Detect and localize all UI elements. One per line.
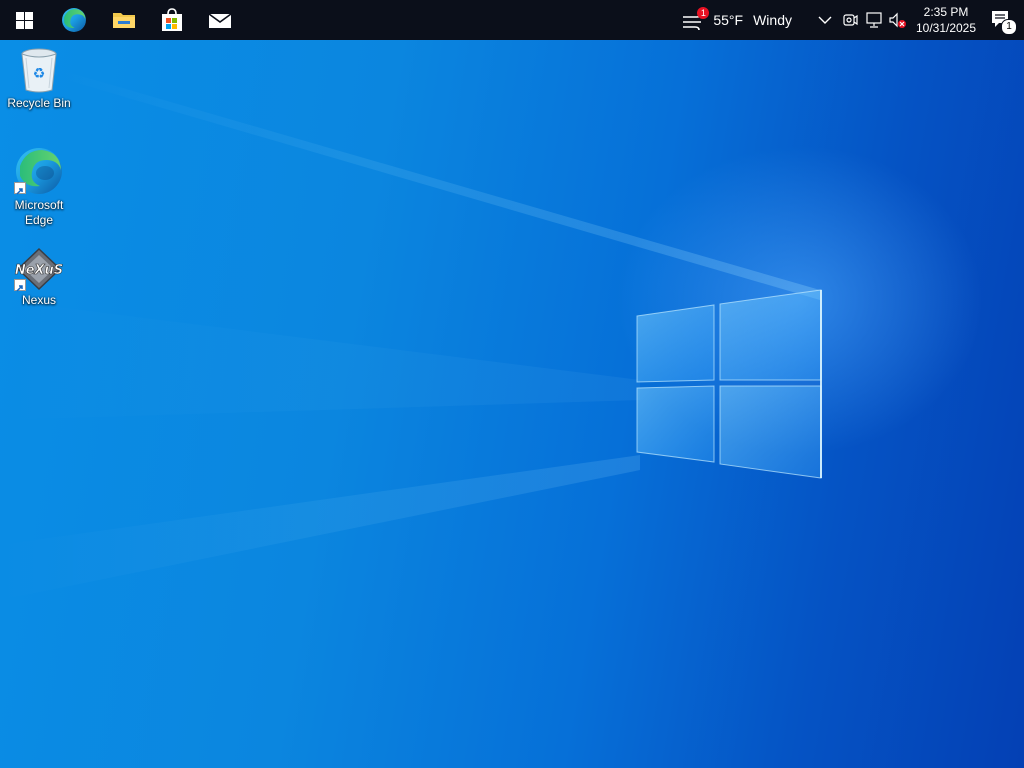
weather-alert-count: 1 (700, 8, 706, 18)
desktop[interactable]: ♻ Recycle Bin Microsoft Edge NeXuS Nexus… (0, 0, 1024, 768)
volume-muted-icon (889, 12, 906, 28)
system-tray: 1 55°F Windy 2:35 PM 10/31/2025 1 (677, 0, 1024, 40)
shortcut-arrow-icon (14, 182, 26, 195)
weather-temperature: 55°F (713, 12, 744, 28)
show-hidden-icons-button[interactable] (812, 0, 838, 40)
mail-icon (208, 13, 232, 28)
desktop-icon-label: Nexus (21, 293, 56, 307)
edge-icon (62, 8, 86, 32)
desktop-icon-nexus[interactable]: NeXuS Nexus (1, 247, 77, 308)
taskbar: 1 55°F Windy 2:35 PM 10/31/2025 1 (0, 0, 1024, 40)
store-icon (162, 8, 182, 31)
meet-now-button[interactable] (838, 0, 862, 40)
taskbar-edge-button[interactable] (48, 0, 100, 40)
clock-time: 2:35 PM (923, 5, 969, 19)
desktop-icon-microsoft-edge[interactable]: Microsoft Edge (1, 146, 77, 228)
start-button[interactable] (0, 0, 48, 40)
svg-text:NeXuS: NeXuS (15, 263, 63, 278)
folder-icon (113, 13, 135, 28)
desktop-icon-label: Recycle Bin (7, 96, 71, 110)
notification-count-badge: 1 (1001, 19, 1017, 35)
taskbar-file-explorer-button[interactable] (100, 0, 148, 40)
volume-button[interactable] (886, 0, 910, 40)
windows-logo-icon (15, 11, 33, 29)
network-icon (866, 12, 882, 28)
taskbar-mail-button[interactable] (196, 0, 244, 40)
notification-count: 1 (1006, 21, 1012, 32)
shortcut-arrow-icon (14, 279, 26, 292)
chevron-up-icon (818, 16, 832, 24)
weather-condition: Windy (753, 12, 792, 28)
network-button[interactable] (862, 0, 886, 40)
svg-text:♻: ♻ (33, 66, 46, 82)
weather-alert-badge: 1 (697, 7, 710, 19)
desktop-icon-recycle-bin[interactable]: ♻ Recycle Bin (1, 46, 77, 111)
action-center-button[interactable]: 1 (980, 0, 1024, 40)
wallpaper-windows-logo (0, 70, 822, 600)
clock[interactable]: 2:35 PM 10/31/2025 (912, 0, 980, 40)
desktop-icon-label: Microsoft Edge (14, 198, 64, 227)
meet-now-icon (843, 14, 858, 26)
clock-date: 10/31/2025 (915, 21, 977, 35)
recycle-bin-icon: ♻ (21, 48, 57, 93)
weather-widget[interactable]: 1 55°F Windy (677, 0, 798, 40)
taskbar-store-button[interactable] (148, 0, 196, 40)
